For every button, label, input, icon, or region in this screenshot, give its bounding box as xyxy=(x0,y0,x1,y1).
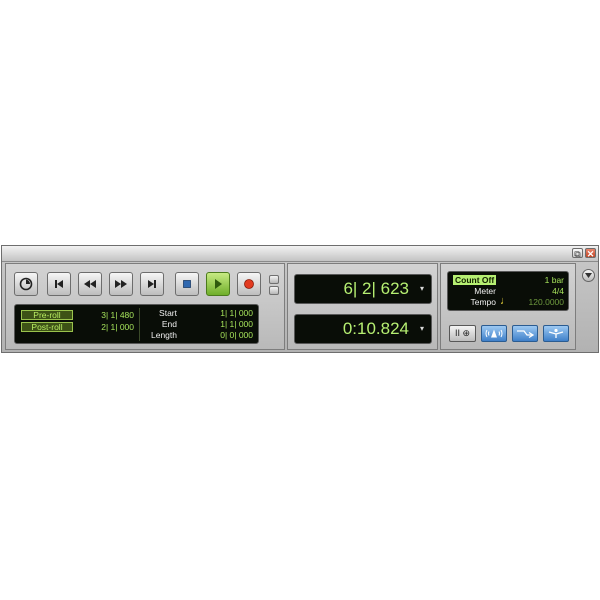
record-button[interactable] xyxy=(237,272,261,296)
start-label: Start xyxy=(159,308,177,318)
metronome-icon xyxy=(485,329,503,338)
postroll-toggle[interactable]: Post-roll xyxy=(21,322,73,332)
play-button[interactable] xyxy=(206,272,230,296)
length-label: Length xyxy=(151,330,177,340)
meter-label: Meter xyxy=(474,286,496,296)
return-to-zero-button[interactable] xyxy=(47,272,71,296)
meter-value[interactable]: 4/4 xyxy=(536,286,564,296)
expand-down-toggle[interactable] xyxy=(269,286,279,295)
sub-counter[interactable]: 0:10.824 ▾ xyxy=(294,314,432,344)
stop-button[interactable] xyxy=(175,272,199,296)
tempo-value[interactable]: 120.0000 xyxy=(518,297,564,307)
tempo-label: Tempo xyxy=(470,297,496,307)
count-off-value[interactable]: 1 bar xyxy=(536,275,564,285)
online-button[interactable] xyxy=(14,272,38,296)
fast-forward-icon xyxy=(115,280,127,288)
preroll-toggle[interactable]: Pre-roll xyxy=(21,310,73,320)
clock-icon xyxy=(19,277,33,291)
rewind-button[interactable] xyxy=(78,272,102,296)
midi-display: Count Off 1 bar Meter 4/4 Tempo ♩ 120.00… xyxy=(447,271,569,311)
go-to-end-button[interactable] xyxy=(140,272,164,296)
record-icon xyxy=(244,279,254,289)
count-off-toggle[interactable]: Count Off xyxy=(453,275,497,285)
end-value[interactable]: 1| 1| 000 xyxy=(193,319,253,329)
skip-forward-icon xyxy=(148,280,156,288)
skip-back-icon xyxy=(55,280,63,288)
conductor-note-icon[interactable]: ♩ xyxy=(500,296,511,307)
metronome-button[interactable] xyxy=(481,325,507,342)
merge-button[interactable] xyxy=(512,325,538,342)
restore-window-button[interactable]: ⧉ xyxy=(572,248,583,259)
midi-panel: Count Off 1 bar Meter 4/4 Tempo ♩ 120.00… xyxy=(440,263,576,350)
transport-window: ⧉ ✕ Pre-roll 3| 1| 480 Post-roll 2| 1| 0… xyxy=(1,245,599,353)
fast-forward-button[interactable] xyxy=(109,272,133,296)
conductor-icon xyxy=(548,328,564,338)
conductor-button[interactable] xyxy=(543,325,569,342)
start-value[interactable]: 1| 1| 000 xyxy=(193,308,253,318)
transport-menu-button[interactable] xyxy=(582,269,595,282)
pre-post-roll-display: Pre-roll 3| 1| 480 Post-roll 2| 1| 000 S… xyxy=(14,304,259,344)
expand-up-toggle[interactable] xyxy=(269,275,279,284)
play-icon xyxy=(215,279,222,289)
main-counter[interactable]: 6| 2| 623 ▾ xyxy=(294,274,432,304)
main-counter-value: 6| 2| 623 xyxy=(343,279,409,298)
end-label: End xyxy=(161,319,177,329)
sub-counter-value: 0:10.824 xyxy=(342,319,409,338)
chevron-down-icon[interactable]: ▾ xyxy=(420,324,424,333)
chevron-down-icon xyxy=(585,273,592,278)
title-bar[interactable]: ⧉ ✕ xyxy=(2,246,598,262)
chevron-down-icon[interactable]: ▾ xyxy=(420,284,424,293)
merge-icon xyxy=(517,330,535,339)
rewind-icon xyxy=(84,280,96,288)
close-window-button[interactable]: ✕ xyxy=(585,248,596,259)
stop-icon xyxy=(183,280,191,288)
counter-panel: 6| 2| 623 ▾ 0:10.824 ▾ xyxy=(287,263,438,350)
transport-panel: Pre-roll 3| 1| 480 Post-roll 2| 1| 000 S… xyxy=(5,263,285,350)
wait-for-note-button[interactable]: II ⊕ xyxy=(449,325,476,342)
length-value[interactable]: 0| 0| 000 xyxy=(193,330,253,340)
